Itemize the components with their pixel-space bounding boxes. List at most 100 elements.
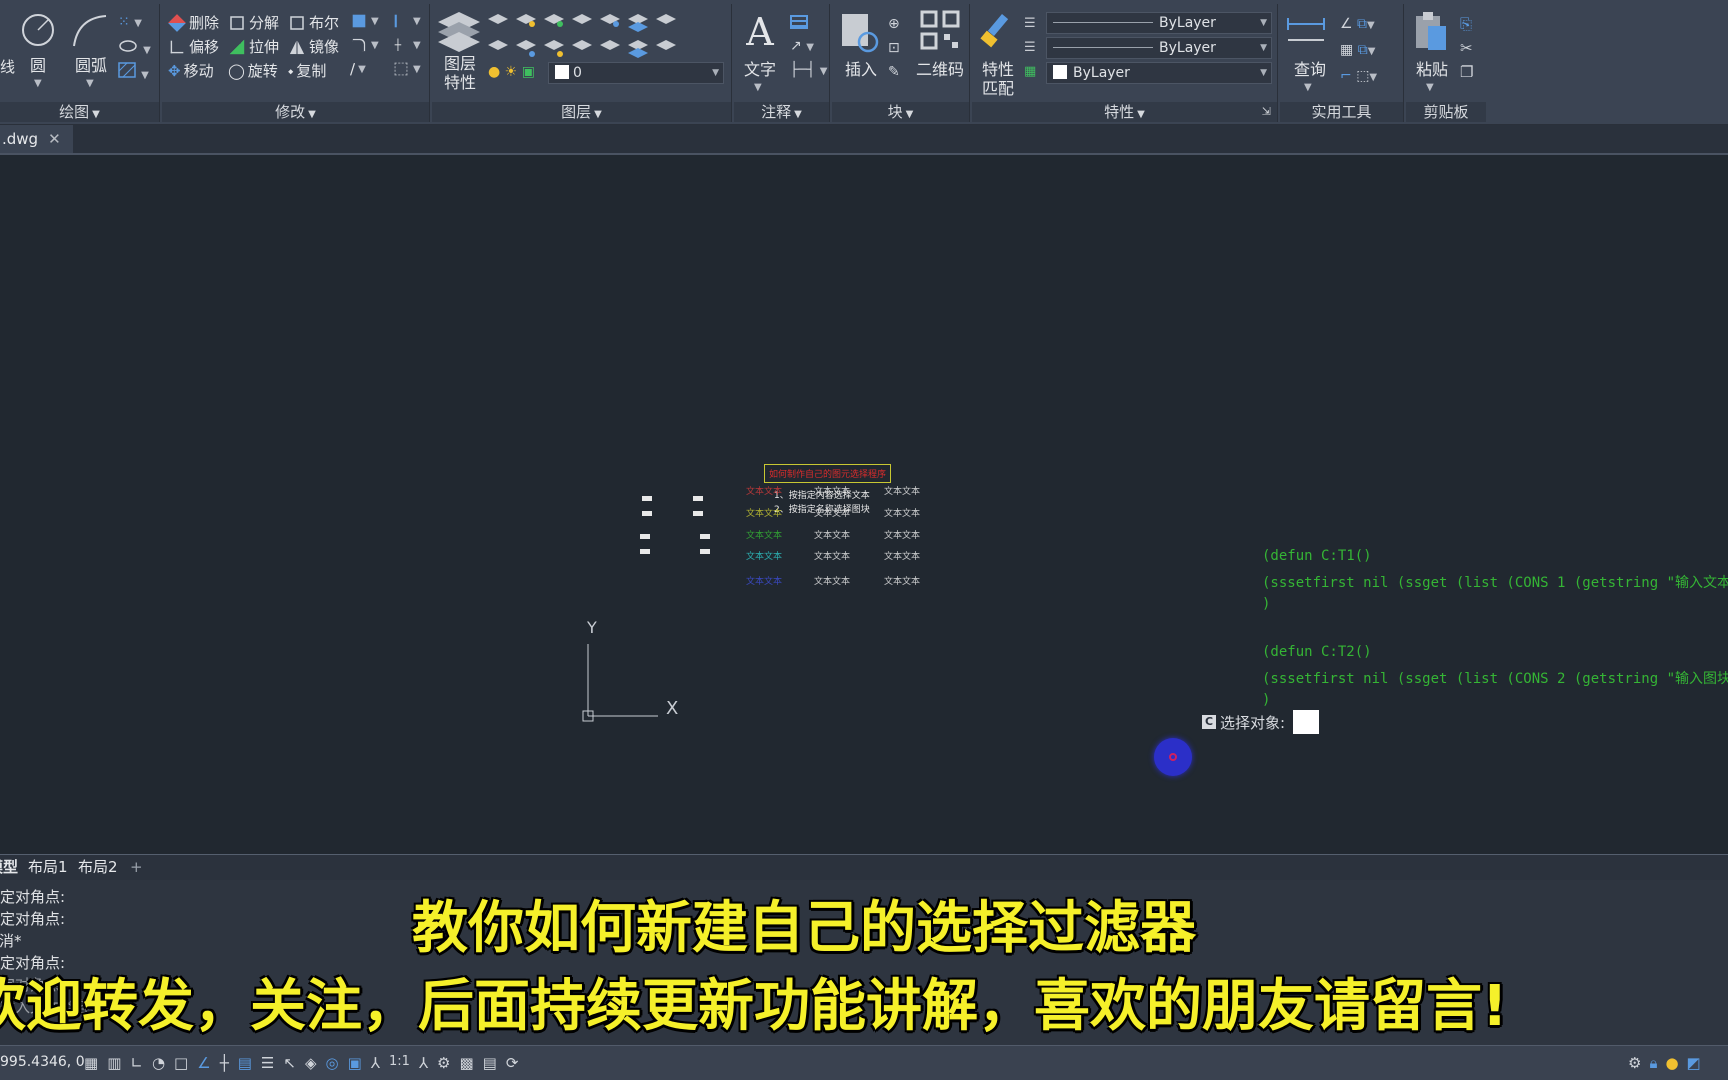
layer-state-icons[interactable]: ● ☀ ▣ — [488, 64, 535, 80]
quick-select-icon: ⬚ — [1356, 68, 1370, 84]
explode-button[interactable]: 分解 — [228, 12, 279, 33]
otrack-icon[interactable]: ∠ — [197, 1054, 210, 1072]
3dosnap-icon[interactable]: ◎ — [325, 1054, 338, 1072]
snap-icon[interactable]: ▥ — [107, 1054, 121, 1072]
annotation-monitor-icon[interactable]: ▣ — [348, 1054, 362, 1072]
insert-button[interactable]: 插入 — [836, 10, 886, 102]
lock-icon[interactable]: 🔒︎ — [1649, 1054, 1657, 1072]
offset-button[interactable]: 偏移 — [168, 36, 219, 57]
grid-icon[interactable]: ▦ — [84, 1054, 98, 1072]
dyn-icon[interactable]: ▤ — [238, 1054, 252, 1072]
clipboard-tools[interactable]: ⎘ ✂ ❐ — [1460, 12, 1473, 84]
command-icon: C — [1202, 715, 1216, 729]
layer-properties-label: 图层 特性 — [443, 54, 476, 92]
isolate-objects-icon[interactable]: ◩ — [1687, 1054, 1701, 1072]
scale-button[interactable]: ▼ — [392, 60, 421, 78]
chevron-down-icon: ▼ — [86, 78, 94, 89]
paste-button[interactable]: 粘贴 ▼ — [1410, 10, 1454, 102]
linetype-dropdown[interactable]: ByLayer ▼ — [1046, 12, 1272, 34]
calculator-icon: ▦ — [1340, 42, 1354, 58]
hatch-button[interactable]: ▼ — [118, 62, 149, 82]
dimension-button[interactable]: ├─┤ ▼ — [790, 62, 827, 78]
lineweight-toggle-icon[interactable]: ☰ — [261, 1054, 274, 1072]
ucs-x-label: X — [666, 698, 679, 719]
chevron-down-icon: ▼ — [34, 78, 42, 89]
text-button[interactable]: A 文字 ▼ — [738, 10, 782, 102]
dynamic-input-field[interactable] — [1293, 710, 1320, 734]
annotation-scale-icon[interactable]: ⅄ — [371, 1054, 380, 1072]
selection-cycling-icon[interactable]: ◈ — [305, 1054, 317, 1072]
isolate-icon[interactable]: ▩ — [459, 1054, 473, 1072]
panel-utilities: 查询 ▼ ∠ ⧉▼ ▦ ⧉▼ ⌐ ⬚▼ 实用工具 — [1280, 4, 1404, 122]
tab-layout1[interactable]: 布局1 — [28, 857, 68, 877]
copy-button[interactable]: ⬩ 复制 — [288, 60, 326, 81]
block-define-icon: ⊡ — [888, 40, 900, 56]
panel-title-utilities[interactable]: 实用工具 — [1280, 102, 1403, 122]
panel-title-draw[interactable]: 绘图 ▼ — [0, 102, 159, 122]
mirror-button[interactable]: 镜像 — [288, 36, 339, 57]
tab-model[interactable]: 模型 — [0, 857, 18, 877]
delete-button[interactable]: 删除 — [168, 12, 219, 33]
align-button[interactable]: ▼ — [392, 12, 421, 30]
dialog-launcher-icon[interactable]: ⇲ — [1262, 102, 1271, 122]
lineweight-dropdown[interactable]: ByLayer ▼ — [1046, 37, 1272, 59]
array-button[interactable]: ▼ — [350, 12, 379, 30]
lightbulb-icon: ● — [488, 64, 501, 80]
trim-icon: ┼ — [394, 38, 402, 52]
query-button[interactable]: 查询 ▼ — [1284, 10, 1336, 102]
workspace-icon[interactable]: ⚙ — [437, 1054, 450, 1072]
point-button[interactable]: ⁙ ▼ — [118, 14, 142, 30]
qrcode-icon — [920, 10, 960, 50]
osnap-icon[interactable]: □ — [174, 1054, 188, 1072]
ortho-icon[interactable]: ∟ — [130, 1054, 143, 1072]
add-layout-button[interactable]: + — [130, 857, 143, 877]
panel-title-clipboard[interactable]: 剪贴板 — [1406, 102, 1486, 122]
properties-icon[interactable]: ▤ — [483, 1054, 497, 1072]
refresh-icon[interactable]: ⟳ — [506, 1054, 519, 1072]
fillet-button[interactable]: ▼ — [350, 36, 379, 54]
polar-icon[interactable]: ◔ — [152, 1054, 165, 1072]
close-icon[interactable]: ✕ — [48, 130, 61, 148]
gear-icon[interactable]: ⚙ — [1628, 1054, 1641, 1072]
arc-button[interactable]: 圆弧 ▼ — [70, 12, 112, 92]
lengthen-button[interactable]: ∕ ▼ — [350, 60, 366, 78]
panel-title-annotation[interactable]: 注释 ▼ — [734, 102, 829, 122]
transparency-icon[interactable]: ↖ — [283, 1054, 296, 1072]
table-button[interactable] — [790, 14, 808, 33]
trim-button[interactable]: ┼ ▼ — [392, 36, 421, 54]
drawing-canvas[interactable]: 如何制作自己的图元选择程序 1、按指定内容选择文本 2、按指定名称选择图块 文本… — [0, 156, 1728, 854]
leader-button[interactable]: ↗ ▼ — [790, 38, 814, 54]
ducs-icon[interactable]: ┼ — [220, 1054, 229, 1072]
block-tools[interactable]: ⊕ ⊡ ✎ — [888, 12, 900, 84]
stretch-button[interactable]: 拉伸 — [228, 36, 279, 57]
panel-title-layers[interactable]: 图层 ▼ — [432, 102, 731, 122]
lineweight-line — [1053, 47, 1153, 48]
layer-dropdown[interactable]: 0 ▼ — [548, 62, 724, 84]
circle-button[interactable]: 圆 ▼ — [20, 12, 56, 92]
line-button[interactable]: 线 — [0, 56, 15, 77]
qrcode-button[interactable]: 二维码 — [912, 10, 968, 102]
rotate-button[interactable]: ◯ 旋转 — [228, 60, 278, 81]
command-line: 定对角点: — [0, 888, 66, 906]
utility-tools[interactable]: ∠ ⧉▼ ▦ ⧉▼ ⌐ ⬚▼ — [1340, 12, 1377, 90]
match-properties-button[interactable]: 特性 匹配 — [976, 10, 1020, 102]
color-dropdown[interactable]: ByLayer ▼ — [1046, 62, 1272, 84]
table-cell: 文本文本 — [746, 509, 783, 519]
layer-tools-grid — [488, 10, 728, 60]
layer-properties-button[interactable]: 图层 特性 — [436, 8, 484, 100]
tab-layout2[interactable]: 布局2 — [78, 857, 118, 877]
panel-block: 插入 ⊕ ⊡ ✎ 二维码 块 ▼ — [832, 4, 970, 122]
ellipse-button[interactable]: ▼ — [118, 38, 151, 57]
panel-title-properties[interactable]: 特性 ▼ ⇲ — [972, 102, 1277, 122]
leader-icon: ↗ — [790, 38, 802, 54]
move-button[interactable]: ✥ 移动 — [168, 60, 214, 81]
layer-tools-icon[interactable] — [488, 10, 728, 60]
prompt-text: 选择对象: — [1220, 713, 1286, 732]
panel-title-modify[interactable]: 修改 ▼ — [162, 102, 429, 122]
boolean-button[interactable]: 布尔 — [288, 12, 339, 33]
annotation-visibility-icon[interactable]: ⅄ — [419, 1054, 428, 1072]
panel-title-block[interactable]: 块 ▼ — [832, 102, 969, 122]
lightbulb-status-icon[interactable]: ● — [1665, 1054, 1678, 1072]
annotation-scale-value[interactable]: 1:1 — [389, 1054, 410, 1072]
file-tab[interactable]: .dwg ✕ — [0, 125, 73, 153]
